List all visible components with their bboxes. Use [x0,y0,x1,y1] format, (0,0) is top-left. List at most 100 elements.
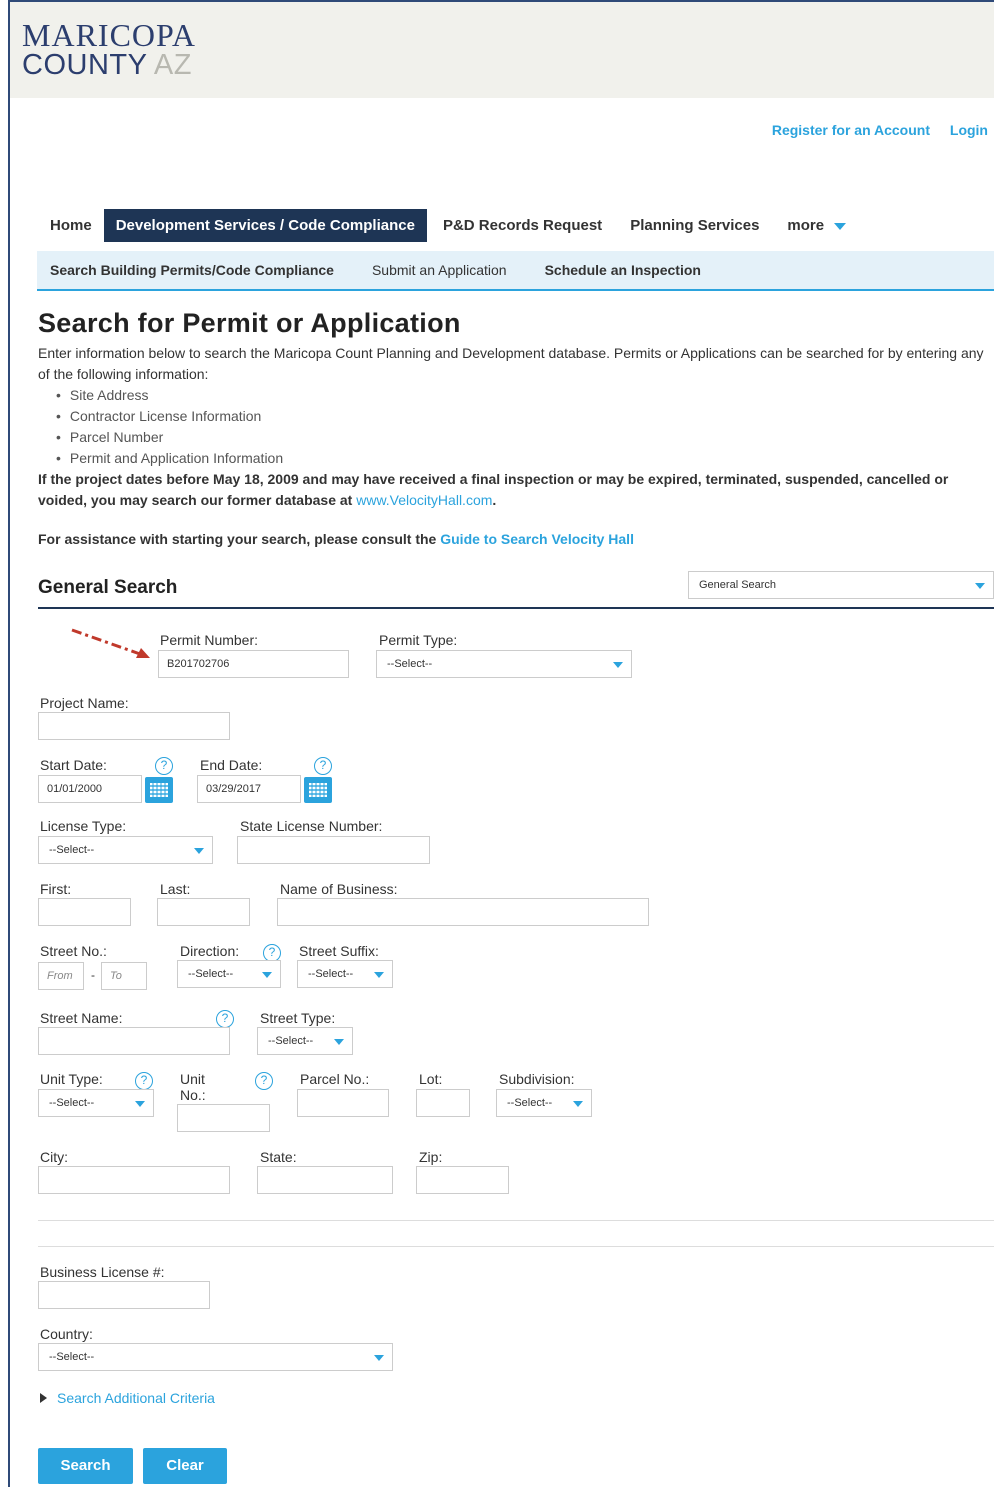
country-value: --Select-- [49,1351,95,1363]
subdivision-value: --Select-- [507,1097,553,1109]
maricopa-county-logo[interactable]: MARICOPA COUNTY AZ [22,19,196,81]
search-criteria-list: Site Address Contractor License Informat… [70,385,988,469]
first-name-label: First: [40,881,72,897]
chevron-down-icon [194,848,204,854]
register-link[interactable]: Register for an Account [772,122,930,138]
help-icon[interactable]: ? [155,757,173,775]
business-license-label: Business License #: [40,1264,165,1280]
notice-end: . [492,492,497,508]
login-link[interactable]: Login [950,122,988,138]
street-type-select[interactable]: --Select-- [257,1027,353,1055]
expand-triangle-icon [40,1393,47,1403]
chevron-down-icon [374,1355,384,1361]
permit-type-value: --Select-- [387,658,433,670]
last-name-input[interactable] [157,898,250,926]
parcel-no-input[interactable] [297,1089,389,1117]
business-name-input[interactable] [277,898,649,926]
last-name-label: Last: [160,881,191,897]
subdivision-select[interactable]: --Select-- [496,1089,592,1117]
street-name-input[interactable] [38,1027,230,1055]
nav-development-services[interactable]: Development Services / Code Compliance [103,209,427,242]
annotation-arrow-icon [71,628,150,658]
permit-type-select[interactable]: --Select-- [376,650,632,678]
nav-records-request[interactable]: P&D Records Request [427,209,614,242]
search-type-value: General Search [699,579,777,591]
permit-number-input[interactable]: B201702706 [158,650,349,678]
street-name-label: Street Name: [40,1010,123,1026]
intro-text: Enter information below to search the Ma… [38,343,988,550]
license-type-select[interactable]: --Select-- [38,836,213,864]
end-date-input[interactable]: 03/29/2017 [197,775,301,803]
subnav-schedule-inspection[interactable]: Schedule an Inspection [520,251,714,289]
city-label: City: [40,1149,68,1165]
chevron-down-icon [135,1101,145,1107]
chevron-down-icon [613,662,623,668]
street-no-label: Street No.: [40,943,107,959]
search-additional-criteria-toggle[interactable]: Search Additional Criteria [40,1390,215,1406]
project-name-label: Project Name: [40,695,129,711]
street-no-from-input[interactable]: From [38,962,84,990]
header-banner: MARICOPA COUNTY AZ [10,2,994,98]
unit-type-value: --Select-- [49,1097,95,1109]
chevron-down-icon [834,222,847,230]
chevron-down-icon [374,972,384,978]
assistance-notice: For assistance with starting your search… [38,529,988,550]
general-search-title: General Search [38,577,178,598]
nav-more-label: more [787,217,825,234]
chevron-down-icon [573,1101,583,1107]
country-label: Country: [40,1326,93,1342]
direction-select[interactable]: --Select-- [177,960,281,988]
additional-criteria-label: Search Additional Criteria [57,1390,215,1406]
zip-input[interactable] [416,1166,509,1194]
permit-number-label: Permit Number: [160,632,259,648]
state-license-input[interactable] [237,836,430,864]
state-label: State: [260,1149,297,1165]
search-button[interactable]: Search [38,1448,133,1484]
nav-more[interactable]: more [771,209,858,242]
first-name-input[interactable] [38,898,131,926]
unit-no-input[interactable] [177,1104,270,1132]
street-type-value: --Select-- [268,1035,314,1047]
street-no-separator: - [91,968,95,982]
help-icon[interactable]: ? [255,1072,273,1090]
city-input[interactable] [38,1166,230,1194]
state-license-label: State License Number: [240,818,383,834]
subdivision-label: Subdivision: [499,1071,575,1087]
end-date-label: End Date: [200,757,263,773]
start-date-input[interactable]: 01/01/2000 [38,775,142,803]
parcel-no-label: Parcel No.: [300,1071,370,1087]
help-icon[interactable]: ? [135,1072,153,1090]
lot-input[interactable] [416,1089,470,1117]
main-nav: Home Development Services / Code Complia… [38,209,858,242]
permit-type-label: Permit Type: [379,632,458,648]
unit-no-label-line1: Unit [180,1071,205,1087]
velocityhall-link[interactable]: www.VelocityHall.com [356,492,492,508]
business-license-input[interactable] [38,1281,210,1309]
subnav-search-permits[interactable]: Search Building Permits/Code Compliance [37,251,347,289]
country-select[interactable]: --Select-- [38,1343,393,1371]
state-input[interactable] [257,1166,393,1194]
logo-az: AZ [153,49,192,81]
intro-paragraph: Enter information below to search the Ma… [38,345,984,382]
clear-button[interactable]: Clear [143,1448,227,1484]
project-name-input[interactable] [38,712,230,740]
chevron-down-icon [334,1039,344,1045]
calendar-icon[interactable] [145,777,173,803]
guide-link[interactable]: Guide to Search Velocity Hall [440,531,634,547]
section-divider [38,1220,994,1221]
unit-type-select[interactable]: --Select-- [38,1089,154,1117]
general-search-header: General Search General Search [38,569,994,609]
license-type-label: License Type: [40,818,127,834]
help-icon[interactable]: ? [314,757,332,775]
help-icon[interactable]: ? [216,1010,234,1028]
subnav-submit-application[interactable]: Submit an Application [347,251,520,289]
search-type-select[interactable]: General Search [688,571,994,599]
list-item: Parcel Number [70,427,988,448]
calendar-icon[interactable] [304,777,332,803]
street-suffix-select[interactable]: --Select-- [297,960,393,988]
street-suffix-value: --Select-- [308,968,354,980]
zip-label: Zip: [419,1149,443,1165]
nav-planning-services[interactable]: Planning Services [614,209,771,242]
nav-home[interactable]: Home [38,209,104,242]
street-no-to-input[interactable]: To [101,962,147,990]
